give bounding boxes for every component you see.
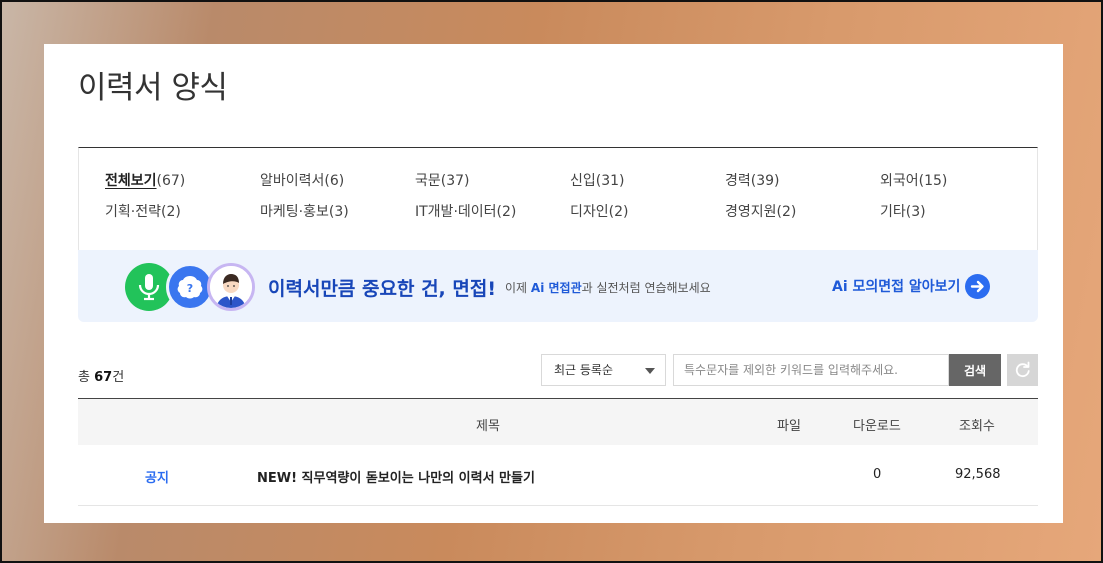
category-item-planning[interactable]: 기획·전략(2) — [105, 203, 260, 221]
category-item-it-data[interactable]: IT개발·데이터(2) — [415, 203, 570, 221]
page-title: 이력서 양식 — [78, 70, 228, 106]
notice-badge: 공지 — [145, 471, 169, 486]
category-grid: 전체보기(67) 알바이력서(6) 국문(37) 신입(31) 경력(39) 외… — [105, 172, 1035, 221]
refresh-icon — [1015, 361, 1030, 378]
row-downloads: 0 — [873, 467, 882, 482]
svg-text:?: ? — [187, 282, 193, 295]
category-item-experienced[interactable]: 경력(39) — [725, 172, 880, 190]
resume-template-table: 제목 파일 다운로드 조회수 공지 NEW! 직무역량이 돋보이는 나만의 이력… — [78, 398, 1038, 506]
header-title: 제목 — [476, 419, 500, 434]
ai-mock-interview-link[interactable]: Ai 모의면접 알아보기 — [832, 276, 960, 296]
category-item-new-grad[interactable]: 신입(31) — [570, 172, 725, 190]
total-count: 총 67건 — [78, 370, 125, 385]
category-item-foreign-language[interactable]: 외국어(15) — [880, 172, 1035, 190]
category-item-etc[interactable]: 기타(3) — [880, 203, 1035, 221]
sort-selected-value: 최근 등록순 — [554, 363, 614, 377]
category-item-marketing[interactable]: 마케팅·홍보(3) — [260, 203, 415, 221]
category-item-part-time[interactable]: 알바이력서(6) — [260, 172, 415, 190]
table-header: 제목 파일 다운로드 조회수 — [78, 398, 1038, 445]
row-title-link[interactable]: NEW! 직무역량이 돋보이는 나만의 이력서 만들기 — [257, 467, 535, 486]
header-file: 파일 — [777, 419, 801, 434]
category-filter-box: 전체보기(67) 알바이력서(6) 국문(37) 신입(31) 경력(39) 외… — [78, 147, 1038, 250]
chevron-down-icon — [645, 368, 655, 374]
sort-dropdown[interactable]: 최근 등록순 — [541, 354, 666, 386]
banner-headline: 이력서만큼 중요한 건, 면접! — [268, 278, 497, 300]
search-button[interactable]: 검색 — [949, 354, 1001, 386]
header-views: 조회수 — [959, 419, 995, 434]
category-item-design[interactable]: 디자인(2) — [570, 203, 725, 221]
category-item-management[interactable]: 경영지원(2) — [725, 203, 880, 221]
category-item-all[interactable]: 전체보기(67) — [105, 172, 260, 190]
header-downloads: 다운로드 — [853, 419, 901, 434]
category-item-korean[interactable]: 국문(37) — [415, 172, 570, 190]
ai-interview-banner[interactable]: ? 이력서만큼 중요한 건, 면접! 이제 Ai 면접관과 실전처럼 연습해보세… — [78, 250, 1038, 322]
banner-subtext: 이제 Ai 면접관과 실전처럼 연습해보세요 — [505, 281, 711, 295]
interviewer-avatar-icon — [207, 263, 255, 311]
row-views: 92,568 — [955, 467, 1001, 482]
arrow-right-icon[interactable] — [965, 274, 990, 299]
table-row[interactable]: 공지 NEW! 직무역량이 돋보이는 나만의 이력서 만들기 0 92,568 — [78, 445, 1038, 506]
search-input[interactable] — [673, 354, 949, 386]
reset-button[interactable] — [1007, 354, 1038, 386]
content-card: 이력서 양식 전체보기(67) 알바이력서(6) 국문(37) 신입(31) 경… — [44, 44, 1063, 523]
